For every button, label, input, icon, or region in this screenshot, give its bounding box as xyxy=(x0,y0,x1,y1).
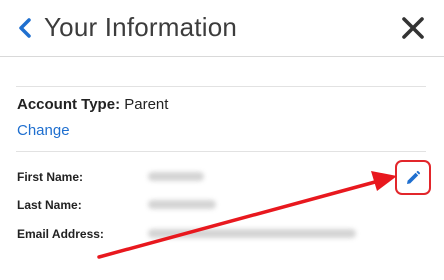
account-type: Account Type: Parent xyxy=(17,96,168,113)
header-divider xyxy=(0,56,444,57)
first-name-label: First Name: xyxy=(17,170,84,184)
page-title: Your Information xyxy=(44,12,238,42)
close-icon[interactable] xyxy=(400,15,426,41)
chevron-left-icon[interactable] xyxy=(14,14,36,42)
section-divider xyxy=(16,151,426,152)
first-name-value-redacted xyxy=(148,172,204,181)
email-address-label: Email Address: xyxy=(17,227,104,241)
modal-header: Your Information xyxy=(0,0,444,56)
pencil-icon[interactable] xyxy=(405,170,421,186)
last-name-value-redacted xyxy=(148,200,216,209)
email-address-value-redacted xyxy=(148,229,356,238)
last-name-label: Last Name: xyxy=(17,198,82,212)
account-type-label: Account Type: xyxy=(17,96,121,113)
section-divider xyxy=(16,86,426,87)
edit-button[interactable] xyxy=(395,160,431,195)
change-link[interactable]: Change xyxy=(17,122,70,139)
account-type-value: Parent xyxy=(124,96,169,113)
